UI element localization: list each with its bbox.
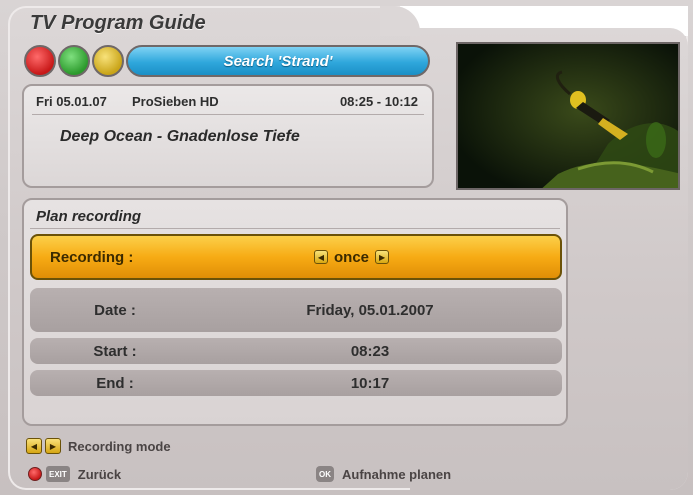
start-row[interactable]: Start : 08:23 [30,338,562,364]
epg-date: Fri 05.01.07 [36,94,107,109]
key-left-icon: ◀ [26,438,42,454]
back-hint[interactable]: EXIT Zurück [28,466,121,482]
date-row[interactable]: Date : Friday, 05.01.2007 [30,288,562,332]
red-key-icon [28,467,42,481]
search-label: Search 'Strand' [223,52,333,70]
video-preview [456,42,680,190]
end-label: End : [96,374,134,392]
back-label: Zurück [77,466,122,482]
recording-mode-hint: ◀ ▶ Recording mode [26,438,171,454]
epg-divider [32,114,424,115]
ok-hint[interactable]: OK Aufnahme planen [316,466,451,482]
start-value: 08:23 [350,342,390,360]
end-row[interactable]: End : 10:17 [30,370,562,396]
red-button[interactable] [24,45,56,77]
epg-time: 08:25 - 10:12 [339,94,418,109]
epg-info-panel: Fri 05.01.07 ProSieben HD 08:25 - 10:12 … [22,84,434,188]
green-button[interactable] [58,45,90,77]
start-label: Start : [93,342,137,360]
arrow-left-icon[interactable]: ◀ [314,250,328,264]
key-right-icon: ▶ [45,438,61,454]
recording-selector[interactable]: ◀ once ▶ [314,248,390,266]
epg-channel: ProSieben HD [132,94,219,109]
preview-image [458,44,678,188]
date-value: Friday, 05.01.2007 [306,301,434,319]
recording-mode-label: Recording mode [68,438,171,454]
recording-label: Recording : [50,248,134,266]
exit-key-icon: EXIT [46,466,70,482]
recording-row[interactable]: Recording : ◀ once ▶ [30,234,562,280]
plan-title: Plan recording [36,208,142,225]
ok-key-icon: OK [316,466,334,482]
ok-label: Aufnahme planen [342,466,452,482]
plan-divider [30,228,560,229]
page-title: TV Program Guide [30,12,206,34]
arrow-right-icon[interactable]: ▶ [375,250,390,264]
recording-value: once [334,248,370,266]
date-label: Date : [94,301,136,319]
tv-guide-screen: TV Program Guide Search 'Strand' Fri 05.… [0,0,693,495]
plan-recording-panel: Plan recording Recording : ◀ once ▶ Date… [22,198,568,426]
search-button[interactable]: Search 'Strand' [126,45,430,77]
end-value: 10:17 [350,374,390,392]
yellow-button[interactable] [92,45,124,77]
program-title: Deep Ocean - Gnadenlose Tiefe [60,128,300,145]
